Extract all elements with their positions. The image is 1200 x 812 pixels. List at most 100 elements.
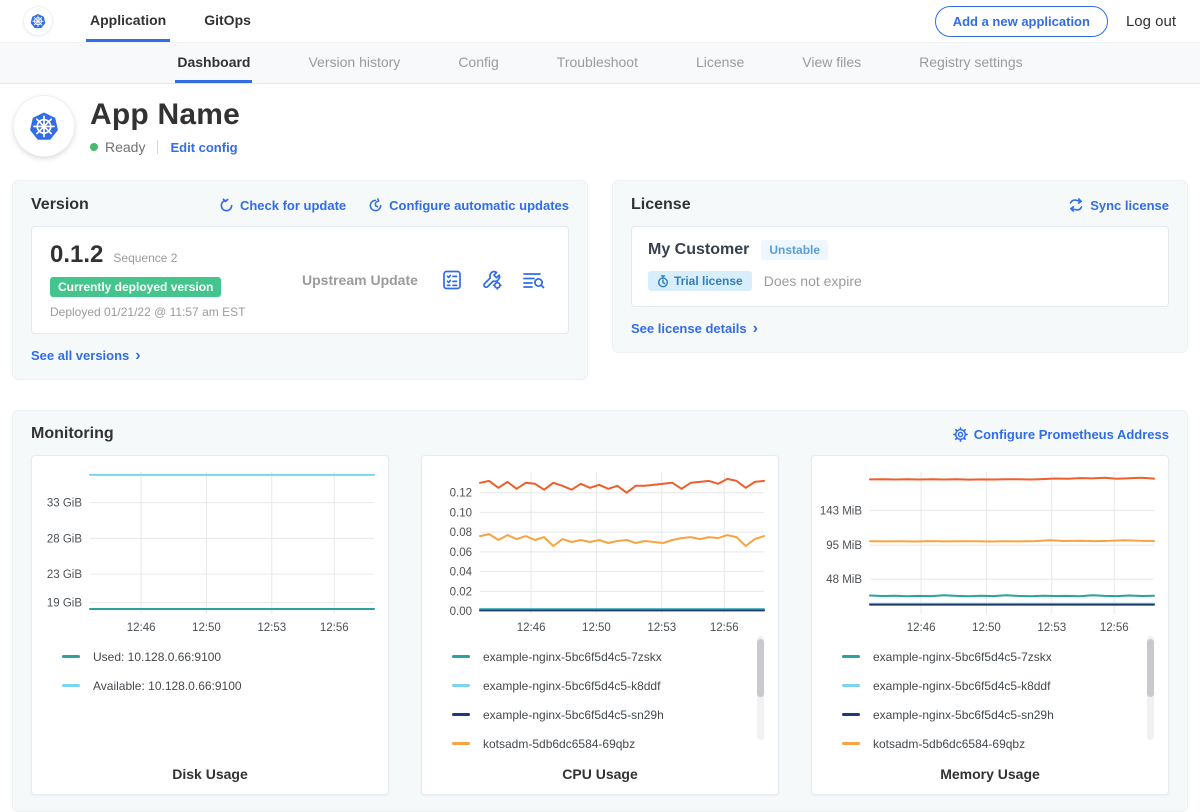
disk-usage-chart: 19 GiB23 GiB28 GiB33 GiB12:4612:5012:531… bbox=[36, 466, 384, 636]
legend-item: example-nginx-5bc6f5d4c5-k8ddf bbox=[452, 679, 754, 692]
license-expiry: Does not expire bbox=[764, 273, 862, 289]
legend-item: kotsadm-5db6dc6584-69qbz bbox=[842, 737, 1144, 750]
check-for-update-link[interactable]: Check for update bbox=[219, 198, 346, 213]
legend-scrollbar[interactable] bbox=[1147, 636, 1154, 740]
license-card: License Sync license My Customer Unstabl… bbox=[612, 180, 1188, 353]
svg-text:143 MiB: 143 MiB bbox=[820, 505, 863, 517]
legend-swatch-icon bbox=[842, 742, 860, 745]
legend-label: kotsadm-5db6dc6584-69qbz bbox=[483, 737, 635, 751]
sync-license-link[interactable]: Sync license bbox=[1068, 198, 1169, 213]
disk-usage-legend: Used: 10.128.0.66:9100 Available: 10.128.… bbox=[36, 636, 384, 758]
svg-text:12:46: 12:46 bbox=[127, 622, 156, 634]
chart-title: Memory Usage bbox=[816, 766, 1164, 782]
legend-label: example-nginx-5bc6f5d4c5-k8ddf bbox=[873, 679, 1050, 693]
legend-item: example-nginx-5bc6f5d4c5-sn29h bbox=[452, 708, 754, 721]
subnav-tab-registry-settings[interactable]: Registry settings bbox=[917, 43, 1024, 83]
svg-text:12:50: 12:50 bbox=[972, 622, 1001, 634]
legend-swatch-icon bbox=[62, 684, 80, 687]
legend-item: example-nginx-5bc6f5d4c5-7zskx bbox=[842, 650, 1144, 663]
legend-swatch-icon bbox=[62, 655, 80, 658]
gear-icon bbox=[953, 427, 968, 442]
add-application-button[interactable]: Add a new application bbox=[935, 6, 1108, 37]
app-header: App Name Ready Edit config bbox=[0, 84, 1200, 170]
config-wrench-icon[interactable] bbox=[480, 268, 504, 292]
page-title: App Name bbox=[90, 96, 240, 131]
legend-scrollbar[interactable] bbox=[757, 636, 764, 740]
channel-badge: Unstable bbox=[761, 240, 828, 260]
kubernetes-logo-icon[interactable] bbox=[24, 7, 52, 35]
cpu-usage-chart: 0.000.020.040.060.080.100.1212:4612:5012… bbox=[426, 466, 774, 636]
legend-label: Available: 10.128.0.66:9100 bbox=[93, 679, 242, 693]
subnav-tab-config[interactable]: Config bbox=[456, 43, 500, 83]
svg-text:12:53: 12:53 bbox=[1037, 622, 1066, 634]
svg-text:12:56: 12:56 bbox=[710, 622, 739, 634]
legend-swatch-icon bbox=[452, 713, 470, 716]
topnav-tab-gitops[interactable]: GitOps bbox=[200, 0, 255, 42]
version-sequence: Sequence 2 bbox=[113, 251, 177, 265]
legend-swatch-icon bbox=[842, 655, 860, 658]
cpu-usage-legend: example-nginx-5bc6f5d4c5-7zskx example-ng… bbox=[426, 636, 774, 758]
monitoring-title: Monitoring bbox=[31, 425, 114, 443]
svg-text:0.00: 0.00 bbox=[450, 606, 472, 618]
memory-usage-legend: example-nginx-5bc6f5d4c5-7zskx example-ng… bbox=[816, 636, 1164, 758]
memory-usage-panel: 48 MiB95 MiB143 MiB12:4612:5012:5312:56 … bbox=[811, 455, 1169, 795]
edit-config-link[interactable]: Edit config bbox=[170, 140, 237, 155]
configure-prometheus-link[interactable]: Configure Prometheus Address bbox=[953, 427, 1169, 442]
clock-refresh-icon bbox=[368, 198, 383, 213]
disk-usage-panel: 19 GiB23 GiB28 GiB33 GiB12:4612:5012:531… bbox=[31, 455, 389, 795]
license-panel: My Customer Unstable Trial license Does … bbox=[631, 226, 1169, 307]
status-badge: Ready bbox=[105, 139, 145, 155]
configure-automatic-updates-link[interactable]: Configure automatic updates bbox=[368, 198, 569, 213]
topnav-tab-gitops-label: GitOps bbox=[204, 12, 251, 28]
svg-text:0.08: 0.08 bbox=[450, 527, 472, 539]
see-license-details-link[interactable]: See license details › bbox=[631, 321, 758, 336]
version-source: Upstream Update bbox=[280, 272, 440, 288]
legend-label: example-nginx-5bc6f5d4c5-sn29h bbox=[483, 708, 664, 722]
version-card: Version Check for update Configure autom… bbox=[12, 180, 588, 380]
svg-text:12:50: 12:50 bbox=[582, 622, 611, 634]
chevron-right-icon: › bbox=[135, 351, 140, 361]
svg-text:48 MiB: 48 MiB bbox=[826, 574, 862, 586]
topnav-tab-application[interactable]: Application bbox=[86, 0, 170, 42]
legend-swatch-icon bbox=[452, 655, 470, 658]
legend-swatch-icon bbox=[452, 684, 470, 687]
legend-item: example-nginx-5bc6f5d4c5-sn29h bbox=[842, 708, 1144, 721]
refresh-icon bbox=[219, 198, 234, 213]
svg-text:19 GiB: 19 GiB bbox=[47, 598, 82, 610]
topnav-tab-application-label: Application bbox=[90, 12, 166, 28]
legend-item: Used: 10.128.0.66:9100 bbox=[62, 650, 364, 663]
legend-swatch-icon bbox=[842, 684, 860, 687]
logout-button[interactable]: Log out bbox=[1126, 13, 1176, 30]
subnav-tab-dashboard[interactable]: Dashboard bbox=[175, 43, 252, 83]
top-navbar: Application GitOps Add a new application… bbox=[0, 0, 1200, 42]
svg-text:0.04: 0.04 bbox=[450, 567, 473, 579]
svg-text:12:46: 12:46 bbox=[517, 622, 546, 634]
subnav-tab-troubleshoot[interactable]: Troubleshoot bbox=[555, 43, 640, 83]
legend-scrollbar-thumb[interactable] bbox=[1147, 639, 1154, 697]
legend-label: example-nginx-5bc6f5d4c5-k8ddf bbox=[483, 679, 660, 693]
deployed-timestamp: Deployed 01/21/22 @ 11:57 am EST bbox=[50, 305, 280, 319]
svg-text:12:53: 12:53 bbox=[647, 622, 676, 634]
subnav-tab-license[interactable]: License bbox=[694, 43, 746, 83]
svg-text:28 GiB: 28 GiB bbox=[47, 533, 82, 545]
subnav-tab-view-files[interactable]: View files bbox=[800, 43, 863, 83]
deploy-logs-icon[interactable] bbox=[520, 268, 546, 292]
see-all-versions-link[interactable]: See all versions › bbox=[31, 348, 141, 363]
version-number: 0.1.2 bbox=[50, 241, 103, 269]
subnav-tab-version-history[interactable]: Version history bbox=[306, 43, 402, 83]
preflight-checks-icon[interactable] bbox=[440, 268, 464, 292]
legend-item: example-nginx-5bc6f5d4c5-7zskx bbox=[452, 650, 754, 663]
chart-title: Disk Usage bbox=[36, 766, 384, 782]
legend-label: kotsadm-5db6dc6584-69qbz bbox=[873, 737, 1025, 751]
svg-text:12:46: 12:46 bbox=[907, 622, 936, 634]
license-card-title: License bbox=[631, 196, 691, 214]
legend-label: example-nginx-5bc6f5d4c5-7zskx bbox=[873, 650, 1052, 664]
legend-label: example-nginx-5bc6f5d4c5-sn29h bbox=[873, 708, 1054, 722]
svg-text:12:53: 12:53 bbox=[257, 622, 286, 634]
legend-label: Used: 10.128.0.66:9100 bbox=[93, 650, 221, 664]
legend-scrollbar-thumb[interactable] bbox=[757, 639, 764, 697]
sync-arrows-icon bbox=[1068, 198, 1084, 212]
license-type-badge: Trial license bbox=[648, 271, 752, 291]
legend-label: example-nginx-5bc6f5d4c5-7zskx bbox=[483, 650, 662, 664]
status-dot-icon bbox=[90, 143, 98, 151]
